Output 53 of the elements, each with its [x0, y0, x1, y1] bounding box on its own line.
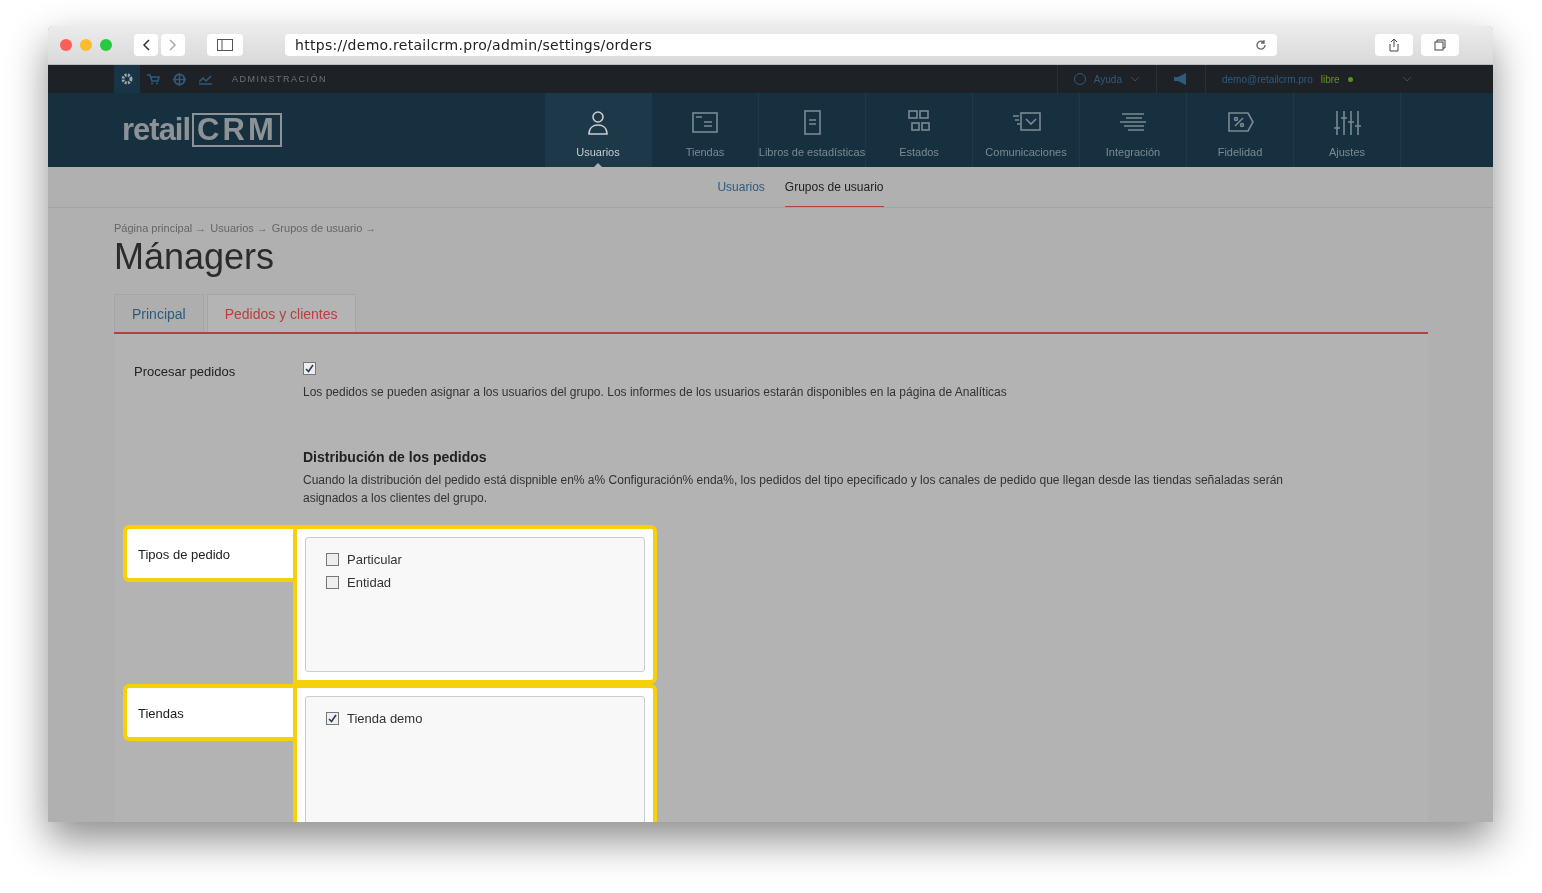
- checkbox[interactable]: [326, 712, 339, 725]
- subnav-tab[interactable]: Grupos de usuario: [784, 167, 884, 207]
- url-text: https://demo.retailcrm.pro/admin/settings/orders: [295, 37, 654, 53]
- nav-item[interactable]: Fidelidad: [1187, 93, 1294, 167]
- share-button[interactable]: [1375, 34, 1413, 56]
- chevron-down-icon[interactable]: [1130, 76, 1140, 82]
- sidebar-button[interactable]: [207, 34, 243, 56]
- plan-label: libre: [1320, 73, 1340, 85]
- chevron-left-icon: [142, 39, 150, 51]
- field-label: Tipos de pedido: [123, 525, 294, 582]
- logo[interactable]: retail CRM: [48, 93, 545, 167]
- nav-item[interactable]: Integración: [1080, 93, 1187, 167]
- sliders-icon: [1332, 108, 1362, 138]
- option-label: Tienda demo: [347, 711, 423, 726]
- user-email: demo@retailcrm.pro: [1222, 73, 1313, 85]
- back-button[interactable]: [134, 34, 158, 56]
- close-button[interactable]: [60, 39, 72, 51]
- tab[interactable]: Principal: [114, 294, 204, 332]
- nav-item[interactable]: Tiendas: [652, 93, 759, 167]
- nav-item[interactable]: Libros de estadísticas: [759, 93, 866, 167]
- checkbox[interactable]: [326, 576, 339, 589]
- option-label: Particular: [347, 552, 402, 567]
- checkbox[interactable]: [326, 553, 339, 566]
- chevron-down-icon[interactable]: [1402, 76, 1412, 82]
- page-title: Mánagers: [114, 236, 276, 278]
- field-label: Procesar pedidos: [133, 363, 237, 379]
- minimize-button[interactable]: [80, 39, 92, 51]
- address-field[interactable]: https://demo.retailcrm.pro/admin/settings/orders: [285, 34, 1277, 56]
- tabs-icon: [1434, 39, 1446, 51]
- nav-item[interactable]: Usuarios: [545, 93, 652, 167]
- tabs-button[interactable]: [1421, 34, 1459, 56]
- checkbox[interactable]: [303, 362, 316, 375]
- section-heading: Distribución de los pedidos: [303, 449, 488, 465]
- nav-item[interactable]: Ajustes: [1294, 93, 1401, 167]
- nav-item[interactable]: Comunicaciones: [973, 93, 1080, 167]
- sidebar-icon: [217, 39, 233, 51]
- option-label: Entidad: [347, 575, 392, 590]
- breadcrumb-link[interactable]: Usuarios →: [210, 222, 268, 234]
- tab[interactable]: Pedidos y clientes: [206, 294, 356, 332]
- chevron-right-icon: [169, 39, 177, 51]
- breadcrumb-link[interactable]: Grupos de usuario →: [271, 222, 377, 234]
- field-label: Tiendas: [123, 684, 294, 741]
- forward-button[interactable]: [161, 34, 185, 56]
- description-text: Cuando la distribución del pedido está dispnible en% a% Configuración% enda%, los pedidos del tipo epecificado y los canales de pedido que llegan desde las tiendas señaladas serán asignados a los clientes del grupo.: [303, 472, 1284, 507]
- status-dot: [1347, 76, 1353, 82]
- hint-text: Los pedidos se pueden asignar a los usuarios del grupo. Los informes de los usuarios estarán disponibles en la página de Analíticas: [303, 384, 1008, 401]
- nav-item[interactable]: Estados: [866, 93, 973, 167]
- reload-icon[interactable]: [1255, 39, 1267, 51]
- section-title: ADMINSTRACIÓN: [232, 74, 328, 84]
- breadcrumb-link[interactable]: Página principal →: [114, 222, 207, 234]
- subnav-tab[interactable]: Usuarios: [717, 167, 765, 207]
- share-icon: [1388, 38, 1400, 52]
- zoom-button[interactable]: [100, 39, 112, 51]
